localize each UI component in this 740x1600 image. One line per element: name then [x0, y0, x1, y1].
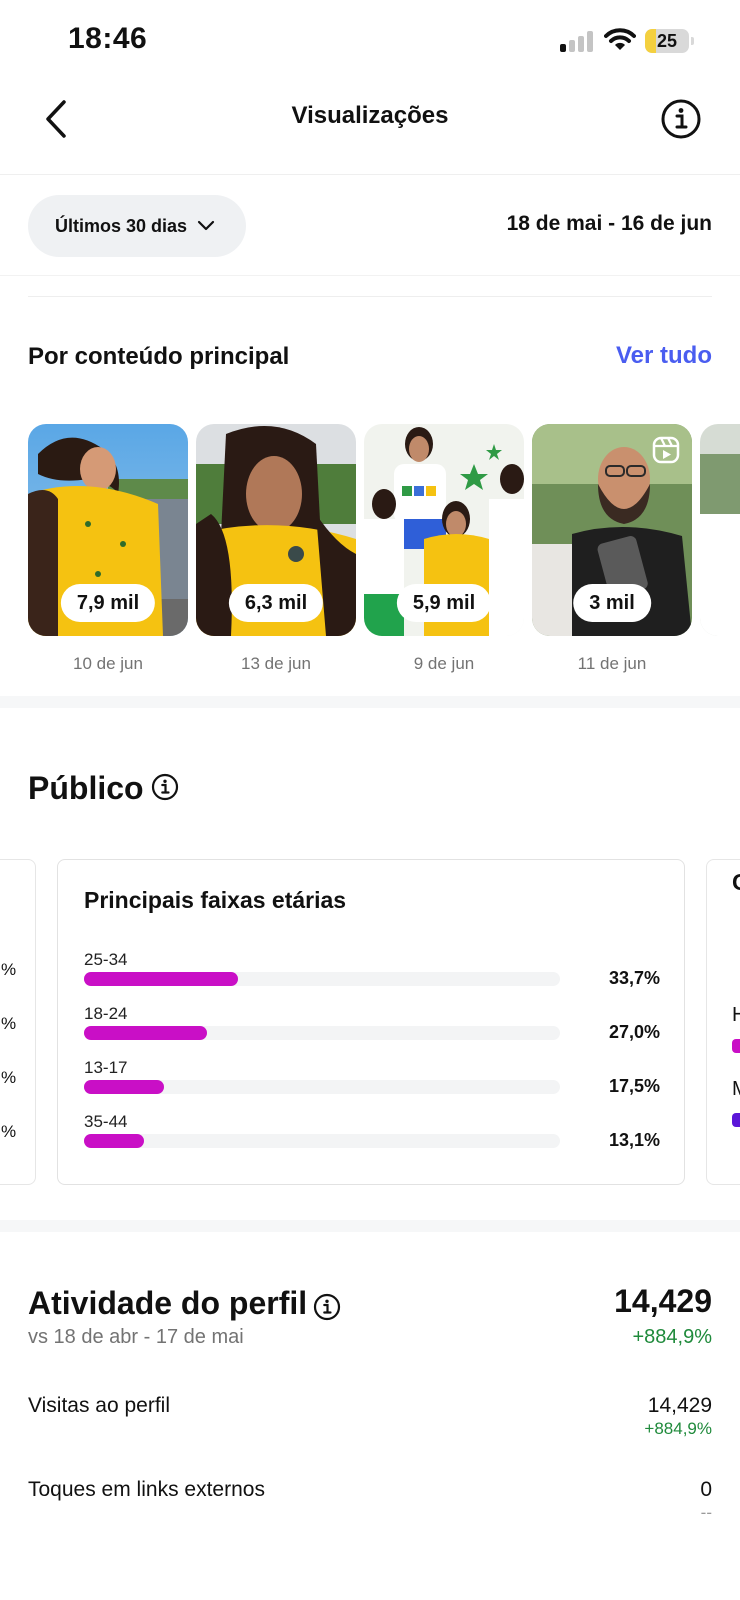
date-range: 18 de mai - 16 de jun: [506, 212, 712, 235]
view-count-pill: 5,9 mil: [396, 584, 492, 622]
content-date: 13 de jun: [241, 654, 311, 673]
age-range-card[interactable]: Principais faixas etárias 25-34 33,7% 18…: [57, 859, 685, 1185]
content-card[interactable]: 3 mil 11 de jun: [532, 424, 692, 674]
status-bar: 18:46 25: [0, 0, 740, 80]
age-bar-fill: [84, 1026, 207, 1040]
right-card-label: M: [732, 1078, 740, 1101]
chevron-down-icon: [197, 220, 215, 231]
content-date: 10 de jun: [73, 654, 143, 673]
top-content-title: Por conteúdo principal: [28, 343, 290, 370]
metric-change-external-links: --: [700, 1503, 712, 1522]
reel-icon: [652, 436, 680, 464]
info-icon[interactable]: [313, 1293, 341, 1321]
comparison-period: vs 18 de abr - 17 de mai: [28, 1326, 244, 1348]
period-dropdown[interactable]: Últimos 30 dias: [28, 195, 246, 257]
age-label: 35-44: [84, 1112, 128, 1131]
age-percent: 33,7%: [608, 968, 660, 988]
content-card[interactable]: 7,9 mil 10 de jun: [28, 424, 188, 674]
wifi-icon: [604, 28, 636, 50]
age-bar-track: [84, 1134, 560, 1148]
content-card[interactable]: [700, 424, 740, 674]
audience-card-partial-left[interactable]: % % % %: [0, 859, 36, 1185]
age-row: 18-24 27,0%: [84, 1004, 660, 1048]
age-label: 18-24: [84, 1004, 128, 1023]
content-thumbnail: 6,3 mil: [196, 424, 356, 636]
content-thumbnail: 3 mil: [532, 424, 692, 636]
content-date: 9 de jun: [413, 654, 475, 673]
right-card-bar: [732, 1113, 740, 1127]
battery-level-text: 25: [656, 31, 678, 51]
age-row: 13-17 17,5%: [84, 1058, 660, 1102]
metric-value-external-links: 0: [700, 1478, 712, 1501]
left-card-percent: %: [1, 1122, 17, 1141]
age-label: 25-34: [84, 950, 128, 969]
left-card-percent: %: [1, 1014, 17, 1033]
age-card-title: Principais faixas etárias: [84, 887, 347, 913]
age-percent: 13,1%: [608, 1130, 660, 1150]
right-card-title-fragment: G: [732, 869, 740, 896]
age-bar-fill: [84, 1134, 144, 1148]
age-label: 13-17: [84, 1058, 128, 1077]
content-card[interactable]: 6,3 mil 13 de jun: [196, 424, 356, 674]
nav-header: Visualizações: [0, 80, 740, 175]
top-content-carousel[interactable]: 7,9 mil 10 de jun 6,3 mil 13 de jun 5,9 …: [28, 424, 740, 674]
audience-title: Público: [28, 770, 144, 806]
age-bar-fill: [84, 1080, 164, 1094]
metric-label-external-links: Toques em links externos: [28, 1478, 265, 1501]
age-bar-track: [84, 972, 560, 986]
content-thumbnail: 7,9 mil: [28, 424, 188, 636]
section-separator: [0, 1220, 740, 1232]
content-thumbnail: [700, 424, 740, 636]
divider: [28, 296, 712, 297]
age-bar-track: [84, 1080, 560, 1094]
right-card-label: H: [732, 1004, 740, 1026]
profile-activity-title: Atividade do perfil: [28, 1285, 308, 1321]
view-count-pill: 3 mil: [573, 584, 651, 622]
metric-change-profile-visits: +884,9%: [644, 1419, 712, 1438]
info-icon[interactable]: [660, 98, 702, 140]
view-count-pill: 7,9 mil: [60, 584, 156, 622]
activity-total: 14,429: [614, 1283, 712, 1319]
cellular-signal-icon: [560, 30, 594, 52]
view-count-pill: 6,3 mil: [228, 584, 324, 622]
content-thumbnail: 5,9 mil: [364, 424, 524, 636]
age-row: 35-44 13,1%: [84, 1112, 660, 1156]
left-card-percent: %: [1, 1068, 17, 1087]
age-bar-track: [84, 1026, 560, 1040]
metric-value-profile-visits: 14,429: [647, 1394, 712, 1417]
section-separator: [0, 696, 740, 708]
status-time: 18:46: [68, 22, 148, 55]
age-row: 25-34 33,7%: [84, 950, 660, 994]
age-percent: 27,0%: [608, 1022, 660, 1042]
battery-icon: 25: [645, 29, 694, 53]
metric-label-profile-visits: Visitas ao perfil: [28, 1394, 171, 1417]
left-card-percent: %: [1, 960, 17, 979]
content-date: 11 de jun: [577, 654, 647, 673]
right-card-bar: [732, 1039, 740, 1053]
date-filter-row: Últimos 30 dias 18 de mai - 16 de jun: [0, 176, 740, 276]
page-title: Visualizações: [291, 102, 449, 129]
age-bar-fill: [84, 972, 238, 986]
see-all-link[interactable]: Ver tudo: [616, 342, 712, 370]
age-percent: 17,5%: [608, 1076, 660, 1096]
activity-total-change: +884,9%: [632, 1326, 712, 1348]
period-label: Últimos 30 dias: [55, 215, 188, 236]
content-card[interactable]: 5,9 mil 9 de jun: [364, 424, 524, 674]
info-icon[interactable]: [151, 773, 179, 801]
